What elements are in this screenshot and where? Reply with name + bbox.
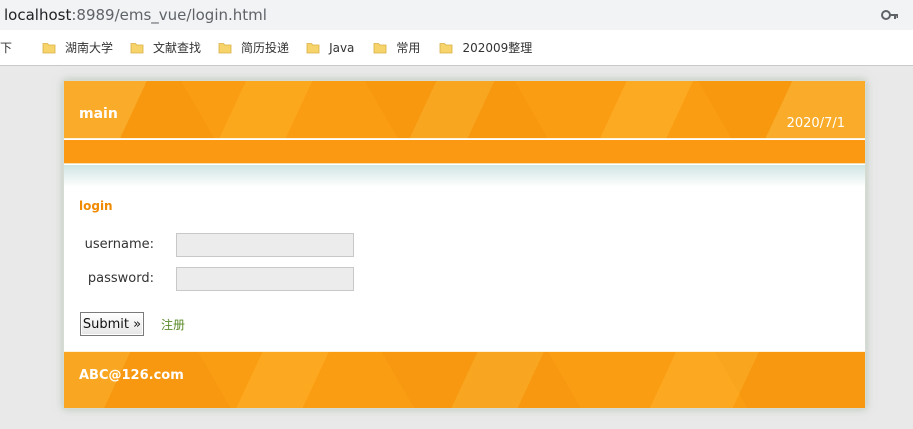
page-content: main 2020/7/1 login username: password: … xyxy=(0,66,913,429)
folder-icon xyxy=(306,42,320,53)
nav-bar xyxy=(64,140,865,164)
folder-icon xyxy=(42,42,56,53)
bookmark-truncated[interactable]: 下 xyxy=(0,36,12,60)
password-label: password: xyxy=(87,271,154,286)
folder-icon xyxy=(374,42,387,53)
page-title: main xyxy=(79,106,118,122)
url-host: localhost xyxy=(4,6,72,24)
page-header: main 2020/7/1 xyxy=(64,81,865,139)
bookmarks-bar: 下 湖南大学 文献查找 简历投递 Java 常用 202009整理 xyxy=(0,30,913,66)
submit-button[interactable]: Submit » xyxy=(80,312,144,336)
section-title-login: login xyxy=(79,199,113,213)
header-date: 2020/7/1 xyxy=(786,116,845,131)
page-footer: ABC@126.com xyxy=(64,351,865,408)
bookmark-hunan-university[interactable]: 湖南大学 xyxy=(42,36,113,60)
password-input[interactable] xyxy=(176,267,354,291)
bookmark-label: 202009整理 xyxy=(462,41,533,55)
register-link[interactable]: 注册 xyxy=(161,316,185,333)
username-label: username: xyxy=(84,237,154,252)
bookmark-java[interactable]: Java xyxy=(306,36,354,60)
bookmark-label: 常用 xyxy=(396,41,421,55)
bookmark-common[interactable]: 常用 xyxy=(373,36,420,60)
url-text[interactable]: localhost:8989/ems_vue/login.html xyxy=(4,6,267,24)
login-card: main 2020/7/1 login username: password: … xyxy=(63,80,866,409)
folder-icon xyxy=(130,42,144,53)
bookmark-202009-organize[interactable]: 202009整理 xyxy=(439,36,532,60)
bookmark-label: 文献查找 xyxy=(153,41,202,55)
bookmark-label: 湖南大学 xyxy=(65,41,114,55)
folder-icon xyxy=(440,42,453,53)
bookmark-label: Java xyxy=(329,40,355,55)
footer-email: ABC@126.com xyxy=(79,368,184,383)
bookmark-literature-search[interactable]: 文献查找 xyxy=(130,36,201,60)
browser-address-bar[interactable]: localhost:8989/ems_vue/login.html xyxy=(0,0,913,30)
folder-icon xyxy=(218,42,232,53)
key-icon[interactable] xyxy=(881,8,899,22)
bookmark-resume-submission[interactable]: 简历投递 xyxy=(218,36,289,60)
nav-fade-divider xyxy=(64,165,865,187)
username-input[interactable] xyxy=(176,233,354,257)
bookmark-label: 简历投递 xyxy=(241,41,290,55)
url-path: :8989/ems_vue/login.html xyxy=(71,6,267,24)
